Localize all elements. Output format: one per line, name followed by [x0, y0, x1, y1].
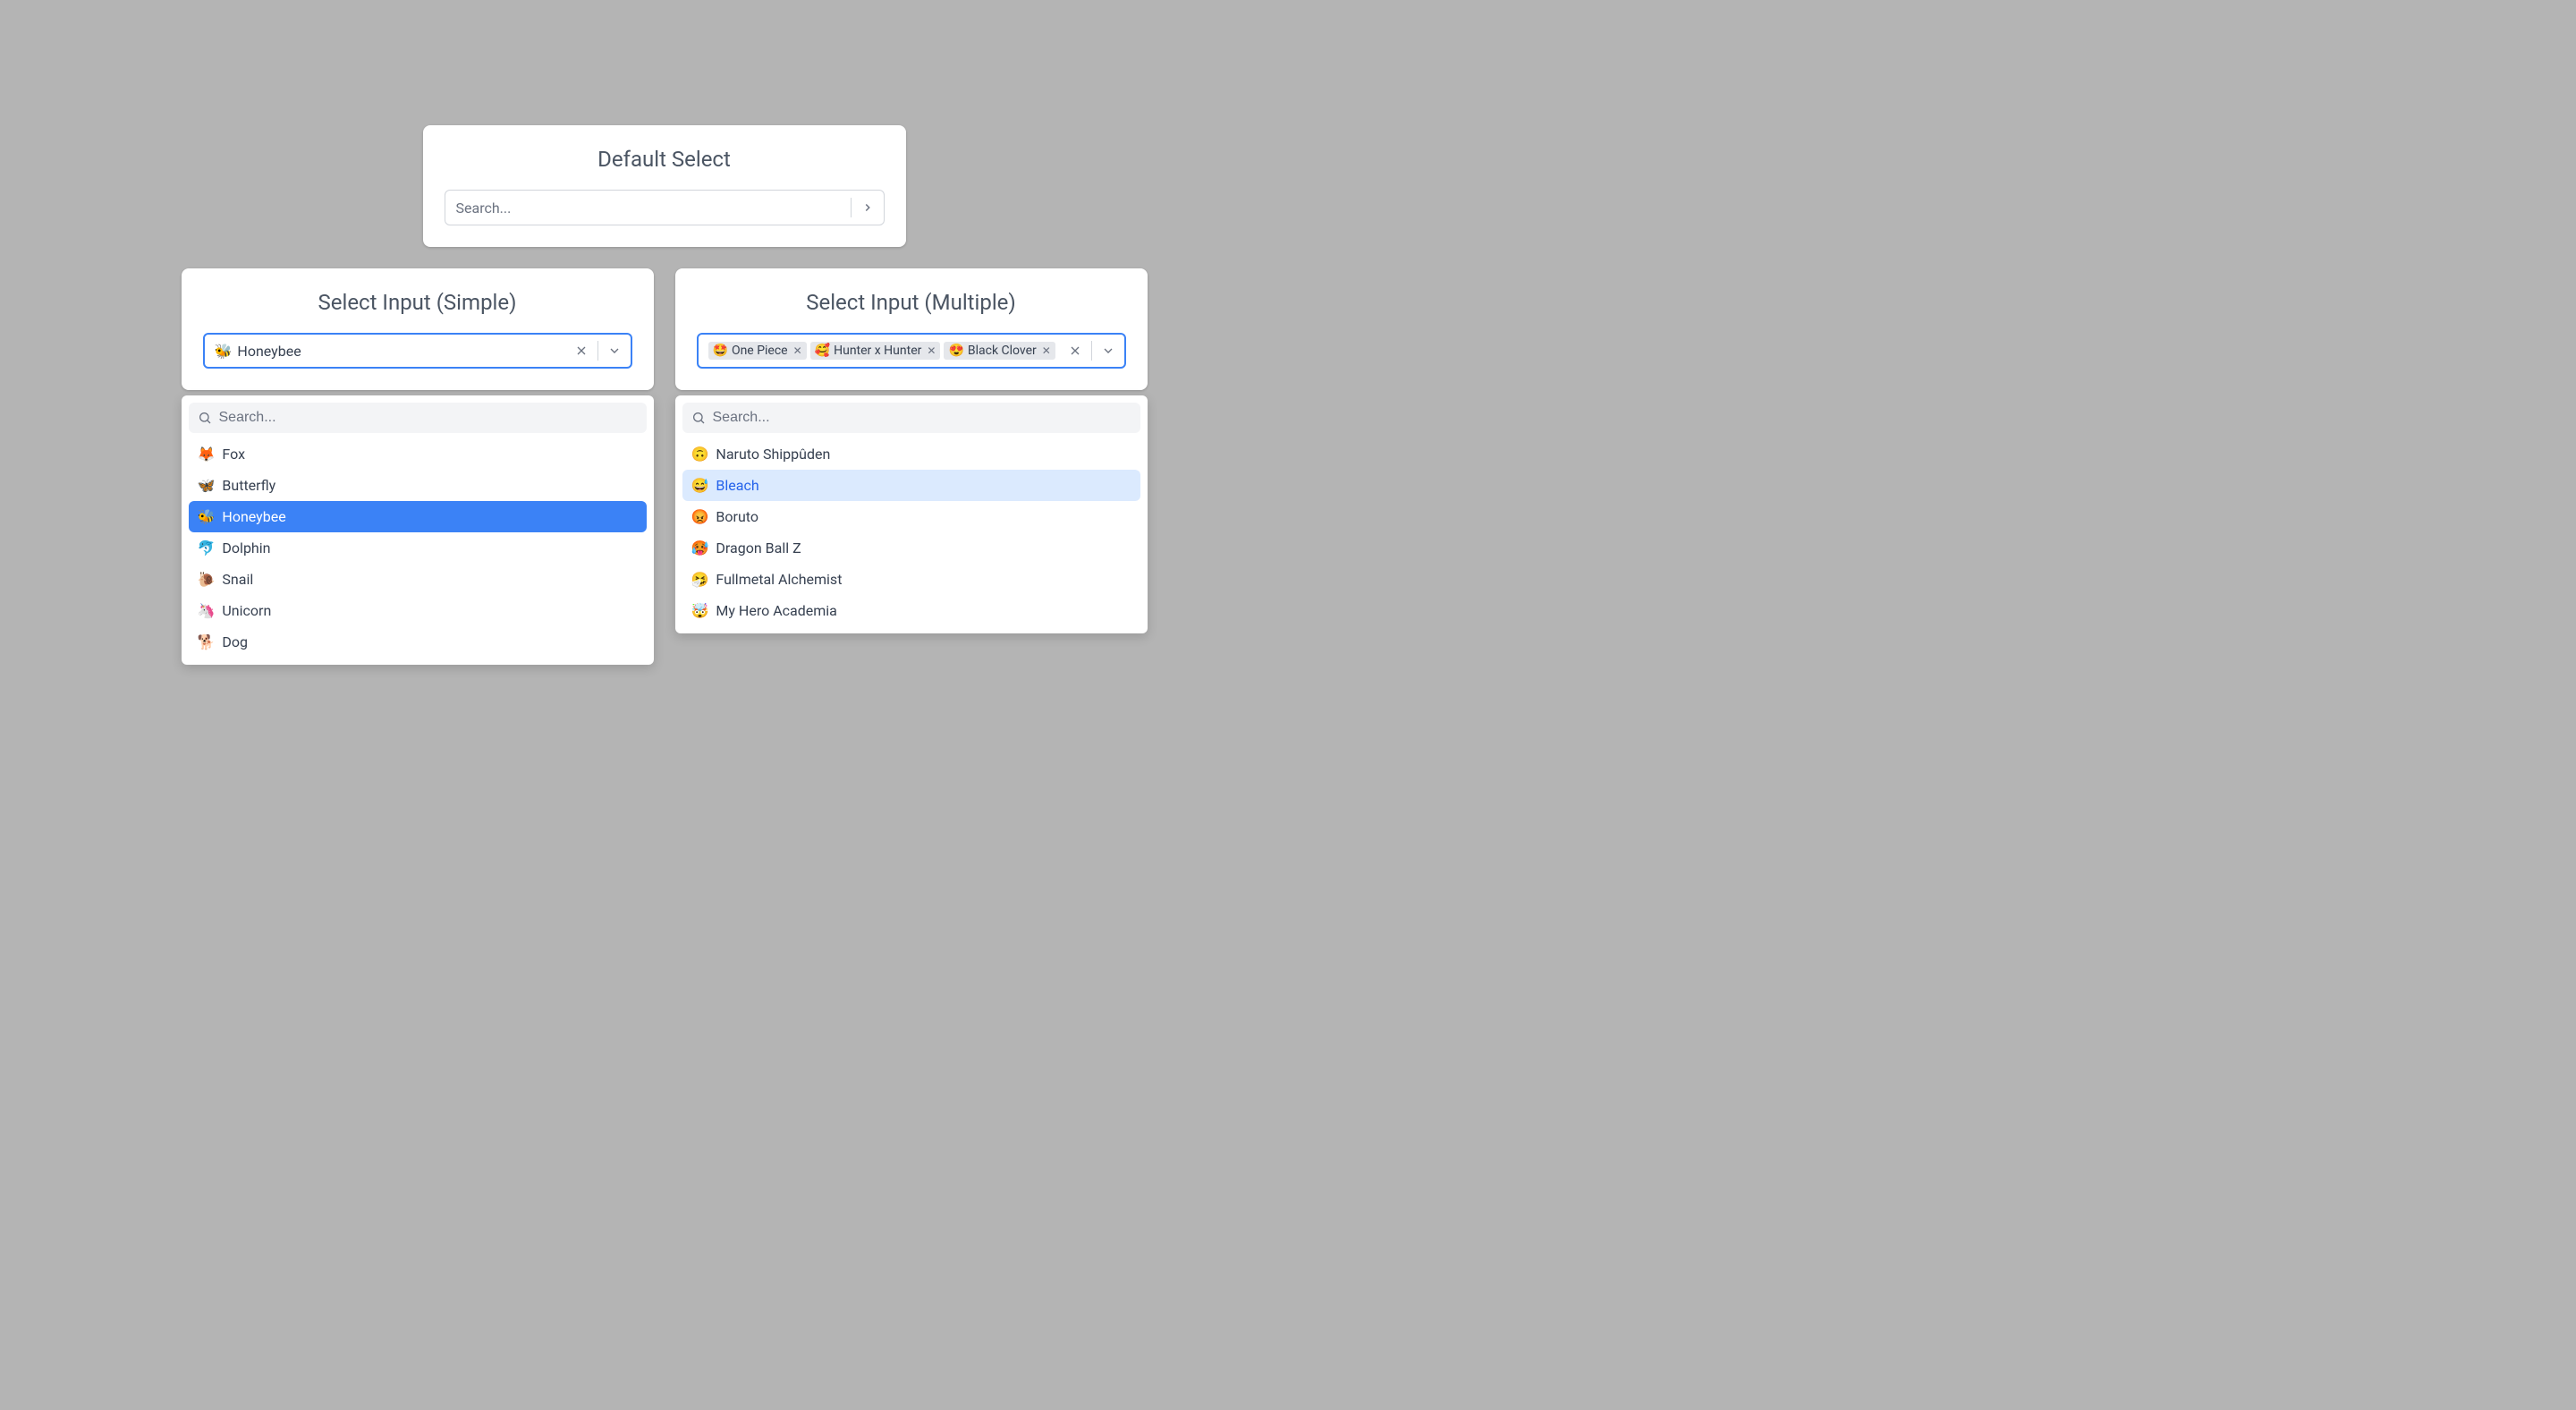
option-emoji-icon: 🤯	[691, 602, 709, 619]
simple-select-control[interactable]: 🐝 Honeybee	[203, 333, 632, 369]
list-item[interactable]: 🙃 Naruto Shippûden	[682, 438, 1140, 470]
search-icon	[198, 411, 212, 425]
option-label: Dragon Ball Z	[716, 539, 801, 556]
option-emoji-icon: 🐌	[198, 571, 216, 588]
selected-tag: 🤩 One Piece ✕	[708, 342, 807, 360]
option-label: Dolphin	[222, 539, 270, 556]
clear-icon[interactable]	[1061, 336, 1089, 365]
option-emoji-icon: 🐝	[198, 508, 216, 525]
simple-select-title: Select Input (Simple)	[203, 290, 632, 315]
option-label: Boruto	[716, 508, 758, 525]
indicator-separator	[597, 341, 598, 361]
option-label: Bleach	[716, 477, 758, 494]
option-label: Dog	[222, 633, 248, 650]
option-emoji-icon: 🤧	[691, 571, 709, 588]
default-select-card: Default Select Search...	[423, 125, 906, 247]
selected-tag: 🥰 Hunter x Hunter ✕	[810, 342, 941, 360]
multiple-select-tags: 🤩 One Piece ✕ 🥰 Hunter x Hunter ✕ 😍 Black Clove…	[708, 338, 1061, 363]
multiple-menu-search-input[interactable]	[713, 410, 1131, 426]
simple-menu-search[interactable]	[189, 403, 647, 433]
list-item[interactable]: 🐝 Honeybee	[189, 501, 647, 532]
option-emoji-icon: 🥵	[691, 539, 709, 556]
multiple-select-control[interactable]: 🤩 One Piece ✕ 🥰 Hunter x Hunter ✕ 😍 Black Clove…	[697, 333, 1126, 369]
option-emoji-icon: 🙃	[691, 446, 709, 463]
option-emoji-icon: 🦋	[198, 477, 216, 494]
indicator-separator	[1091, 341, 1092, 361]
simple-select-value-label: Honeybee	[237, 343, 301, 360]
indicator-separator	[851, 198, 852, 217]
list-item[interactable]: 🦋 Butterfly	[189, 470, 647, 501]
simple-select-card: Select Input (Simple) 🐝 Honeybee	[182, 268, 654, 390]
option-emoji-icon: 🐕	[198, 633, 216, 650]
list-item[interactable]: 🐬 Dolphin	[189, 532, 647, 564]
tag-emoji-icon: 🥰	[815, 344, 830, 358]
simple-select-value: 🐝 Honeybee	[215, 343, 567, 360]
tag-emoji-icon: 🤩	[713, 344, 728, 358]
list-item[interactable]: 🤯 My Hero Academia	[682, 595, 1140, 626]
option-label: Butterfly	[222, 477, 275, 494]
option-label: Snail	[222, 571, 253, 588]
option-label: Unicorn	[222, 602, 271, 619]
tag-remove-icon[interactable]: ✕	[925, 344, 937, 358]
clear-icon[interactable]	[567, 336, 596, 365]
option-emoji-icon: 😅	[691, 477, 709, 494]
tag-remove-icon[interactable]: ✕	[1040, 344, 1053, 358]
list-item[interactable]: 🐌 Snail	[189, 564, 647, 595]
option-label: Fox	[222, 446, 245, 463]
multiple-select-card: Select Input (Multiple) 🤩 One Piece ✕ 🥰 Hunt…	[675, 268, 1148, 390]
option-emoji-icon: 😡	[691, 508, 709, 525]
chevron-right-icon[interactable]	[853, 193, 882, 222]
selected-tag: 😍 Black Clover✕	[944, 342, 1055, 360]
multiple-select-title: Select Input (Multiple)	[697, 290, 1126, 315]
list-item[interactable]: 🦄 Unicorn	[189, 595, 647, 626]
default-select-placeholder: Search...	[456, 200, 849, 217]
option-label: My Hero Academia	[716, 602, 836, 619]
list-item[interactable]: 🦊 Fox	[189, 438, 647, 470]
search-icon	[691, 411, 706, 425]
tag-label: Black Clover	[968, 344, 1037, 358]
option-emoji-icon: 🦄	[198, 602, 216, 619]
tag-label: One Piece	[732, 344, 788, 358]
list-item[interactable]: 😅 Bleach	[682, 470, 1140, 501]
tag-emoji-icon: 😍	[948, 344, 963, 358]
multiple-select-wrapper: Select Input (Multiple) 🤩 One Piece ✕ 🥰 Hunt…	[675, 268, 1148, 665]
list-item[interactable]: 🤧 Fullmetal Alchemist	[682, 564, 1140, 595]
option-emoji-icon: 🦊	[198, 446, 216, 463]
tag-label: Hunter x Hunter	[834, 344, 921, 358]
list-item[interactable]: 🥵 Dragon Ball Z	[682, 532, 1140, 564]
option-label: Naruto Shippûden	[716, 446, 830, 463]
multiple-select-menu: 🙃 Naruto Shippûden 😅 Bleach 😡 Boruto 🥵 Dragon B…	[675, 395, 1148, 633]
tag-remove-icon[interactable]: ✕	[792, 344, 804, 358]
chevron-down-icon[interactable]	[1094, 336, 1123, 365]
default-select-control[interactable]: Search...	[445, 190, 885, 225]
option-emoji-icon: 🐬	[198, 539, 216, 556]
simple-select-wrapper: Select Input (Simple) 🐝 Honeybee	[182, 268, 654, 665]
simple-select-menu: 🦊 Fox 🦋 Butterfly 🐝 Honeybee 🐬 Dolphin 🐌 Snail 🦄 Un…	[182, 395, 654, 665]
option-label: Fullmetal Alchemist	[716, 571, 842, 588]
multiple-menu-search[interactable]	[682, 403, 1140, 433]
simple-menu-search-input[interactable]	[219, 410, 638, 426]
default-select-title: Default Select	[445, 147, 885, 172]
option-label: Honeybee	[222, 508, 285, 525]
honeybee-emoji-icon: 🐝	[215, 343, 233, 360]
chevron-down-icon[interactable]	[600, 336, 629, 365]
list-item[interactable]: 😡 Boruto	[682, 501, 1140, 532]
list-item[interactable]: 🐕 Dog	[189, 626, 647, 658]
